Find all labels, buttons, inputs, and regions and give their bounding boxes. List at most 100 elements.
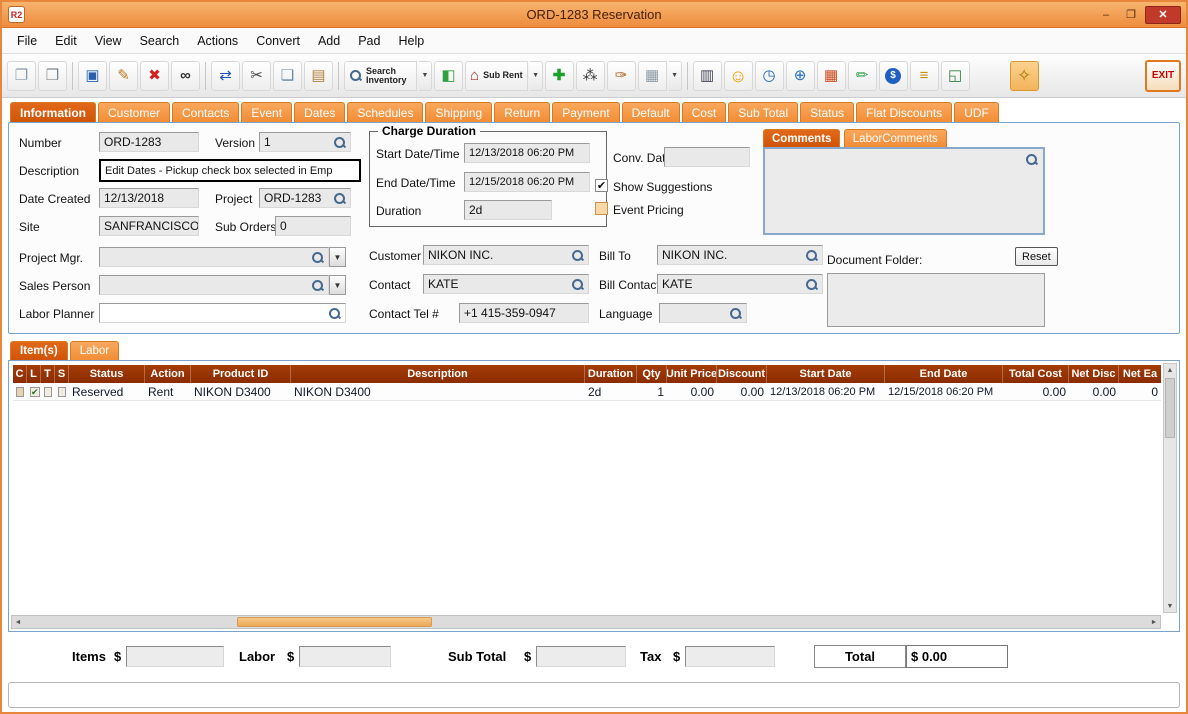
col-total-cost[interactable]: Total Cost <box>1003 365 1069 383</box>
project-mgr-dropdown[interactable]: ▼ <box>329 247 346 267</box>
reset-button[interactable]: Reset <box>1015 247 1058 266</box>
col-description[interactable]: Description <box>291 365 585 383</box>
tab-items[interactable]: Item(s) <box>10 341 68 360</box>
col-product-id[interactable]: Product ID <box>191 365 291 383</box>
row-l-checkbox[interactable]: ✔ <box>30 387 40 397</box>
scroll-down-icon[interactable]: ▼ <box>1164 600 1176 612</box>
col-s[interactable]: S <box>55 365 69 383</box>
search-inventory-button[interactable]: Search Inventory <box>344 61 417 91</box>
scroll-left-icon[interactable]: ◄ <box>12 616 24 628</box>
project-lookup-icon[interactable] <box>333 192 346 205</box>
document-folder-box[interactable] <box>827 273 1045 327</box>
new-document-button[interactable]: ❐ <box>7 61 36 91</box>
contact-tel-field[interactable]: +1 415-359-0947 <box>459 303 589 323</box>
end-datetime-field[interactable]: 12/15/2018 06:20 PM <box>464 172 590 192</box>
find-button[interactable]: ∞ <box>171 61 200 91</box>
paint-button[interactable]: ◧ <box>434 61 463 91</box>
tab-event[interactable]: Event <box>241 102 292 122</box>
smiley-button[interactable]: ☺ <box>724 61 753 91</box>
tab-status[interactable]: Status <box>800 102 854 122</box>
minimize-button[interactable]: – <box>1095 6 1117 24</box>
tab-labor-comments[interactable]: LaborComments <box>844 129 947 147</box>
tab-schedules[interactable]: Schedules <box>347 102 423 122</box>
row-c-checkbox[interactable] <box>16 387 24 397</box>
col-qty[interactable]: Qty <box>637 365 667 383</box>
vertical-scroll-thumb[interactable] <box>1165 378 1175 438</box>
barcode-print-button[interactable]: ▥ <box>693 61 722 91</box>
sales-person-dropdown[interactable]: ▼ <box>329 275 346 295</box>
tab-payment[interactable]: Payment <box>552 102 619 122</box>
col-discount[interactable]: Discount <box>717 365 767 383</box>
site-field[interactable]: SANFRANCISCO <box>99 216 199 236</box>
event-pricing-checkbox[interactable] <box>595 202 608 215</box>
globe-button[interactable]: ⊕ <box>786 61 815 91</box>
cube-button[interactable]: ▦ <box>817 61 846 91</box>
version-field[interactable]: 1 <box>259 132 351 152</box>
tab-dates[interactable]: Dates <box>294 102 345 122</box>
tab-sub-total[interactable]: Sub Total <box>728 102 798 122</box>
menu-file[interactable]: File <box>8 30 46 52</box>
start-datetime-field[interactable]: 12/13/2018 06:20 PM <box>464 143 590 163</box>
project-mgr-field[interactable] <box>99 247 329 267</box>
sales-person-lookup-icon[interactable] <box>311 279 324 292</box>
group-button[interactable]: ⁂ <box>576 61 605 91</box>
col-status[interactable]: Status <box>69 365 145 383</box>
items-total-field[interactable] <box>126 646 224 667</box>
date-created-field[interactable]: 12/13/2018 <box>99 188 199 208</box>
horizontal-scroll-thumb[interactable] <box>237 617 432 627</box>
col-end-date[interactable]: End Date <box>885 365 1003 383</box>
edit-document-button[interactable]: ✏ <box>848 61 877 91</box>
col-net-ea[interactable]: Net Ea <box>1119 365 1161 383</box>
menu-pad[interactable]: Pad <box>349 30 389 52</box>
tax-field[interactable] <box>685 646 775 667</box>
show-suggestions-checkbox[interactable]: ✔ <box>595 179 608 192</box>
comments-textarea[interactable] <box>763 147 1045 235</box>
grid-button[interactable]: ▦ <box>638 61 667 91</box>
menu-view[interactable]: View <box>86 30 131 52</box>
tab-labor[interactable]: Labor <box>70 341 119 360</box>
vertical-scrollbar[interactable]: ▲ ▼ <box>1163 363 1177 613</box>
close-button[interactable]: ✕ <box>1145 6 1181 24</box>
comments-lookup-icon[interactable] <box>1025 153 1038 166</box>
edit-button[interactable]: ✎ <box>109 61 138 91</box>
bill-to-lookup-icon[interactable] <box>805 249 818 262</box>
menu-search[interactable]: Search <box>131 30 189 52</box>
col-duration[interactable]: Duration <box>585 365 637 383</box>
paste-button[interactable]: ▤ <box>304 61 333 91</box>
tab-customer[interactable]: Customer <box>98 102 170 122</box>
exit-button[interactable]: EXIT <box>1145 60 1181 92</box>
wand-button[interactable]: ✧ <box>1010 61 1039 91</box>
dollar-button[interactable]: $ <box>879 61 908 91</box>
note-edit-button[interactable]: ✑ <box>607 61 636 91</box>
copy-button[interactable]: ❏ <box>273 61 302 91</box>
menu-actions[interactable]: Actions <box>188 30 247 52</box>
tab-contacts[interactable]: Contacts <box>172 102 239 122</box>
version-lookup-icon[interactable] <box>333 136 346 149</box>
print-button[interactable]: ❒ <box>38 61 67 91</box>
cut-button[interactable]: ✂ <box>242 61 271 91</box>
col-net-disc[interactable]: Net Disc <box>1069 365 1119 383</box>
workstation-button[interactable]: ◱ <box>941 61 970 91</box>
col-action[interactable]: Action <box>145 365 191 383</box>
project-field[interactable]: ORD-1283 <box>259 188 351 208</box>
menu-add[interactable]: Add <box>309 30 349 52</box>
tab-shipping[interactable]: Shipping <box>425 102 492 122</box>
sub-rent-dropdown[interactable]: ▼ <box>530 61 543 91</box>
tab-return[interactable]: Return <box>494 102 550 122</box>
maximize-button[interactable]: ❐ <box>1120 6 1142 24</box>
delete-button[interactable]: ✖ <box>140 61 169 91</box>
col-c[interactable]: C <box>13 365 27 383</box>
language-lookup-icon[interactable] <box>729 307 742 320</box>
title-bar[interactable]: R2 ORD-1283 Reservation – ❐ ✕ <box>2 2 1186 28</box>
money-button[interactable]: ≡ <box>910 61 939 91</box>
bill-contact-field[interactable]: KATE <box>657 274 823 294</box>
tab-cost[interactable]: Cost <box>682 102 727 122</box>
row-t-checkbox[interactable] <box>44 387 52 397</box>
labor-planner-lookup-icon[interactable] <box>328 307 341 320</box>
customer-field[interactable]: NIKON INC. <box>423 245 589 265</box>
tab-default[interactable]: Default <box>622 102 680 122</box>
save-button[interactable]: ▣ <box>78 61 107 91</box>
row-s-checkbox[interactable] <box>58 387 66 397</box>
labor-total-field[interactable] <box>299 646 391 667</box>
customer-lookup-icon[interactable] <box>571 249 584 262</box>
